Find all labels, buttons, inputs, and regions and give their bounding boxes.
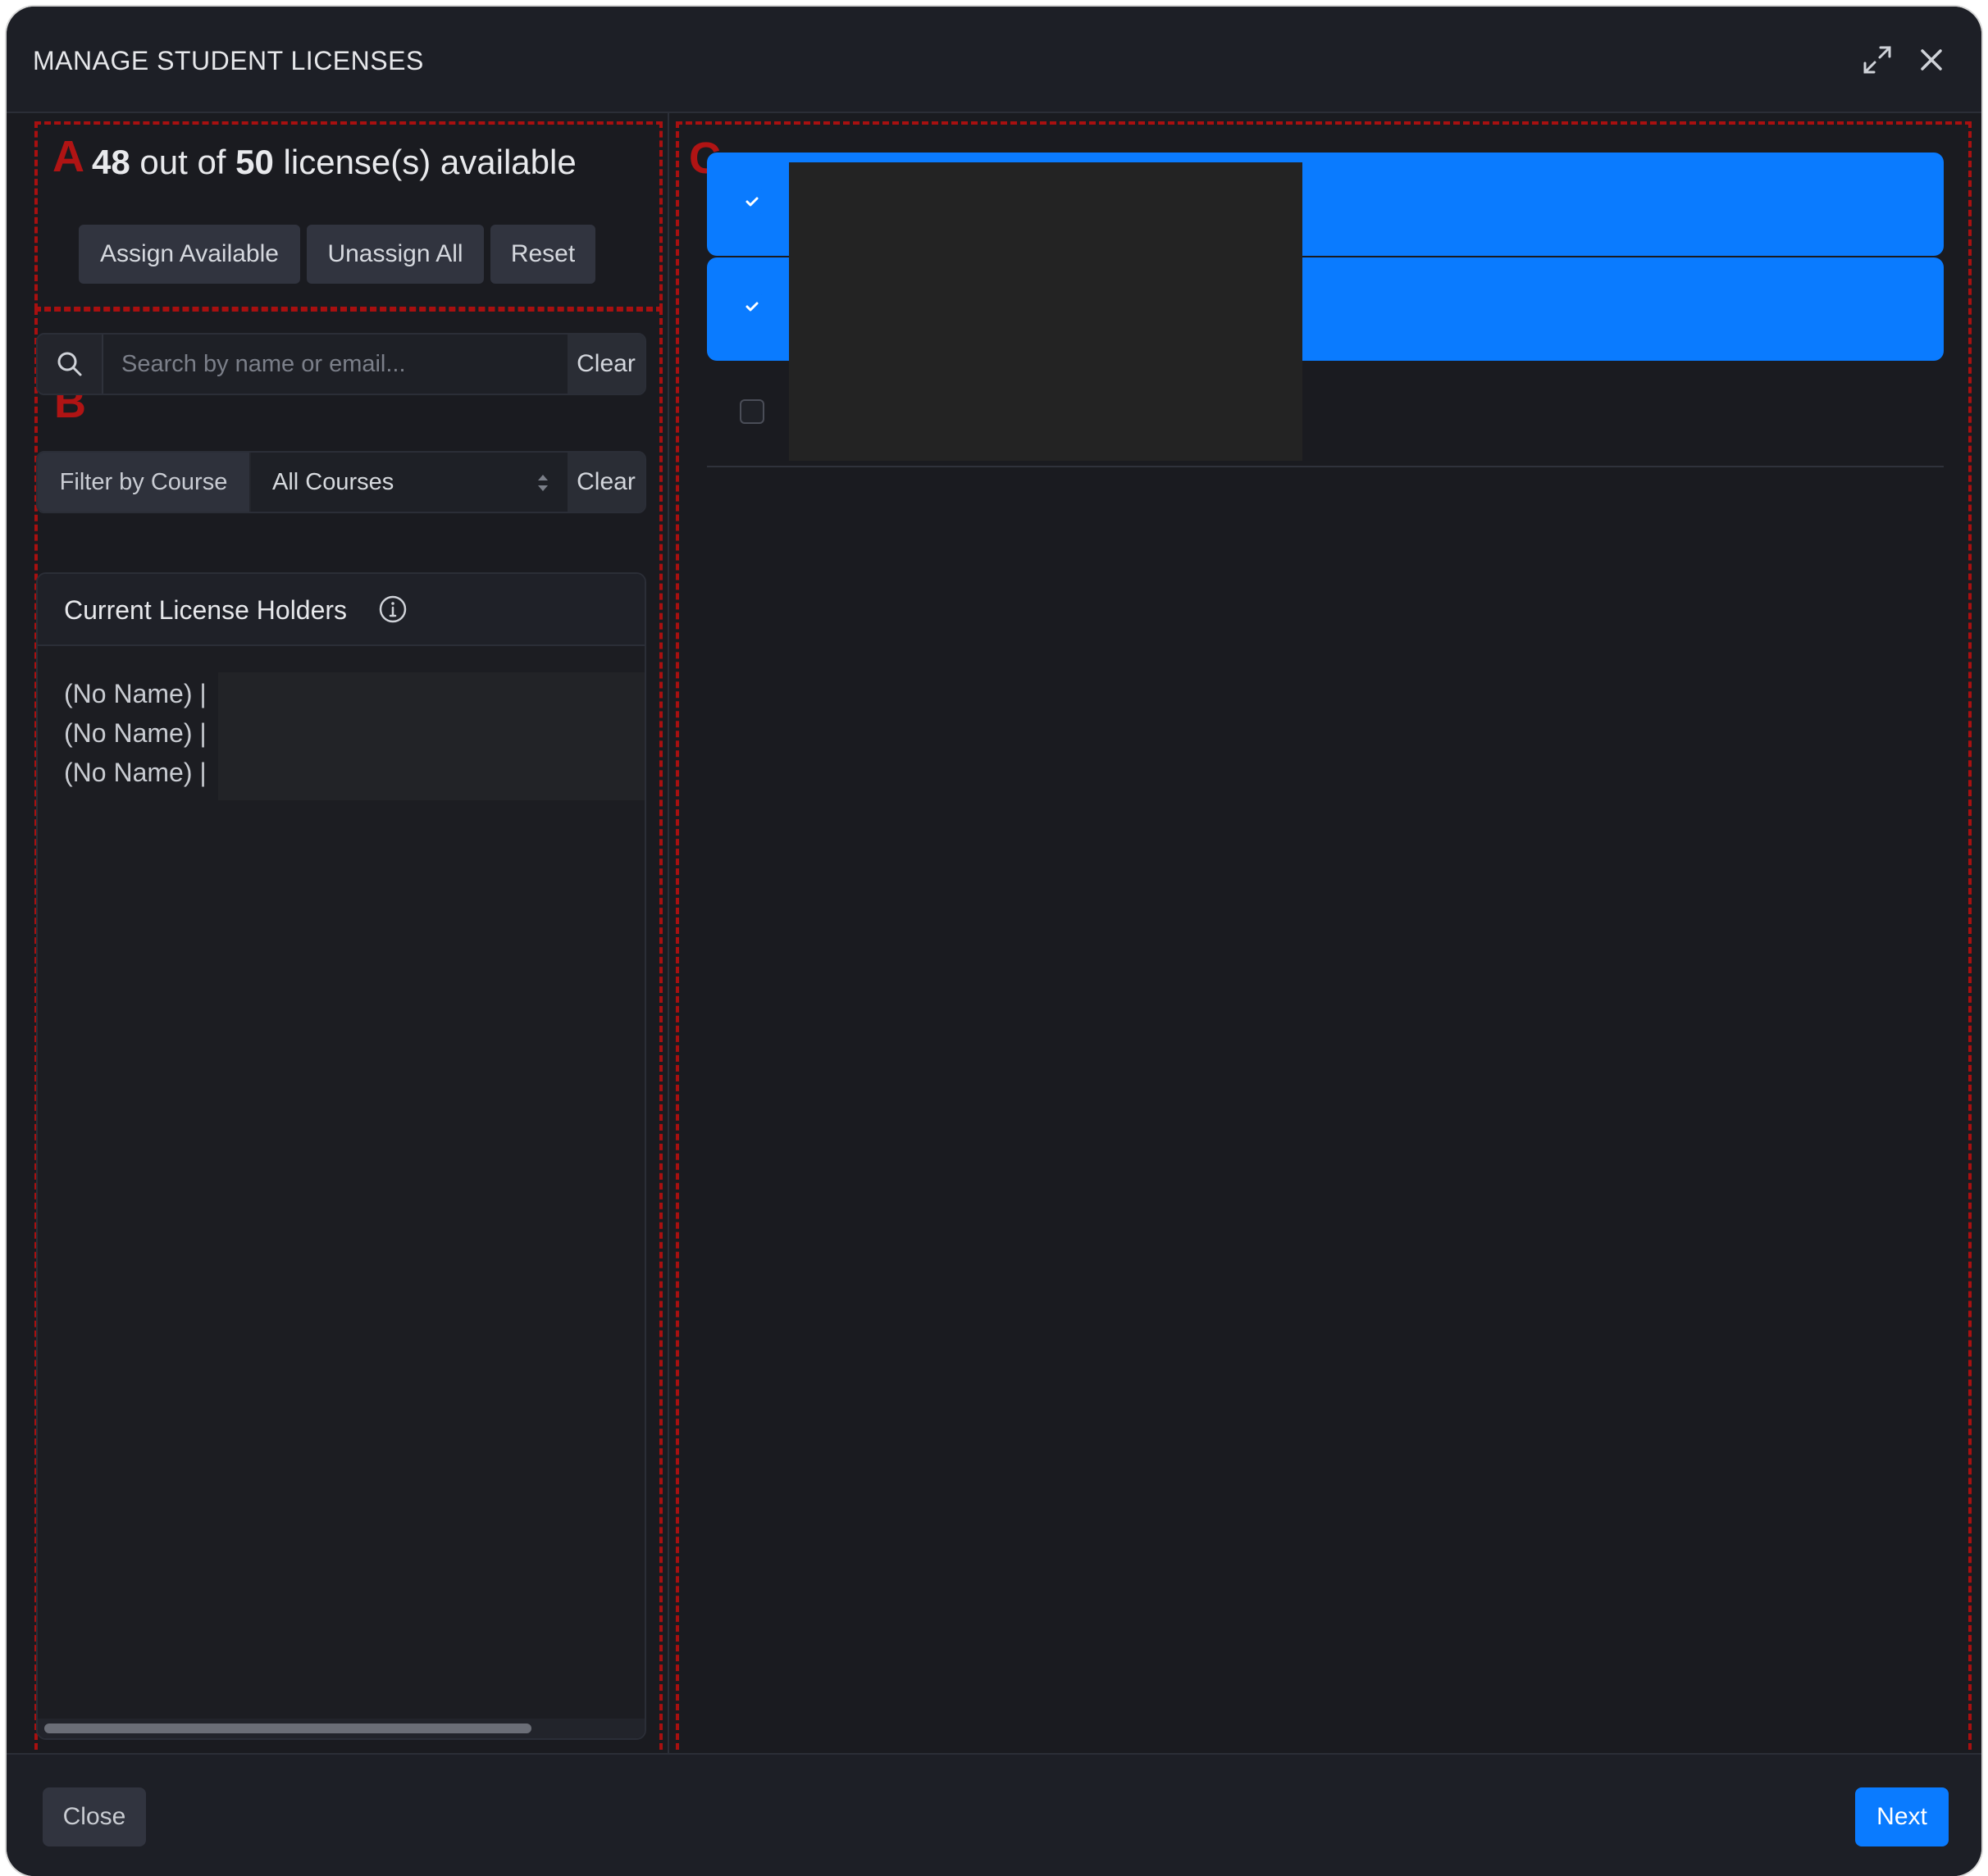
manage-licenses-modal: MANAGE STUDENT LICENSES A 48 out of 50 l… <box>7 7 1981 1876</box>
license-holders-card: Current License Holders (No Name) | (No … <box>36 572 646 1740</box>
search-input[interactable] <box>103 335 568 394</box>
out-of-text: out of <box>139 143 226 181</box>
modal-title: MANAGE STUDENT LICENSES <box>33 46 424 75</box>
search-icon <box>38 335 103 394</box>
redacted-block <box>218 672 645 800</box>
row-checkbox[interactable] <box>740 399 764 424</box>
row-checkbox[interactable] <box>740 294 764 319</box>
close-icon[interactable] <box>1913 41 1950 79</box>
annotation-label-a: A <box>52 132 84 181</box>
course-select[interactable]: All Courses <box>251 453 568 512</box>
license-holders-header: Current License Holders <box>38 574 645 646</box>
expand-icon[interactable] <box>1858 41 1896 79</box>
close-button[interactable]: Close <box>43 1787 146 1846</box>
license-holders-title: Current License Holders <box>64 595 348 625</box>
unassign-all-button[interactable]: Unassign All <box>307 225 484 284</box>
scrollbar-thumb[interactable] <box>44 1723 531 1733</box>
course-select-value: All Courses <box>272 468 394 495</box>
assign-available-button[interactable]: Assign Available <box>79 225 300 284</box>
license-holder-item: (No Name) | <box>64 758 207 787</box>
select-arrows-icon <box>538 475 548 491</box>
redacted-block <box>789 162 1302 461</box>
check-icon <box>746 302 759 312</box>
available-count: 48 <box>92 143 130 181</box>
modal-footer: Close Next <box>7 1753 1981 1876</box>
horizontal-scrollbar[interactable] <box>38 1719 645 1738</box>
course-filter-group: Filter by Course All Courses Clear <box>36 451 646 513</box>
license-availability: 48 out of 50 license(s) available <box>92 143 577 182</box>
row-checkbox[interactable] <box>740 189 764 214</box>
filter-by-course-label: Filter by Course <box>38 453 249 512</box>
course-clear-button[interactable]: Clear <box>568 453 645 512</box>
license-holder-item: (No Name) | <box>64 718 207 748</box>
license-holder-item: (No Name) | <box>64 679 207 708</box>
check-icon <box>746 197 759 207</box>
total-count: 50 <box>235 143 274 181</box>
info-icon[interactable] <box>377 594 408 625</box>
reset-button[interactable]: Reset <box>490 225 595 284</box>
search-group: Clear <box>36 333 646 395</box>
modal-header: MANAGE STUDENT LICENSES <box>7 7 1981 113</box>
next-button[interactable]: Next <box>1855 1787 1949 1846</box>
search-clear-button[interactable]: Clear <box>568 335 645 394</box>
availability-suffix: license(s) available <box>283 143 577 181</box>
